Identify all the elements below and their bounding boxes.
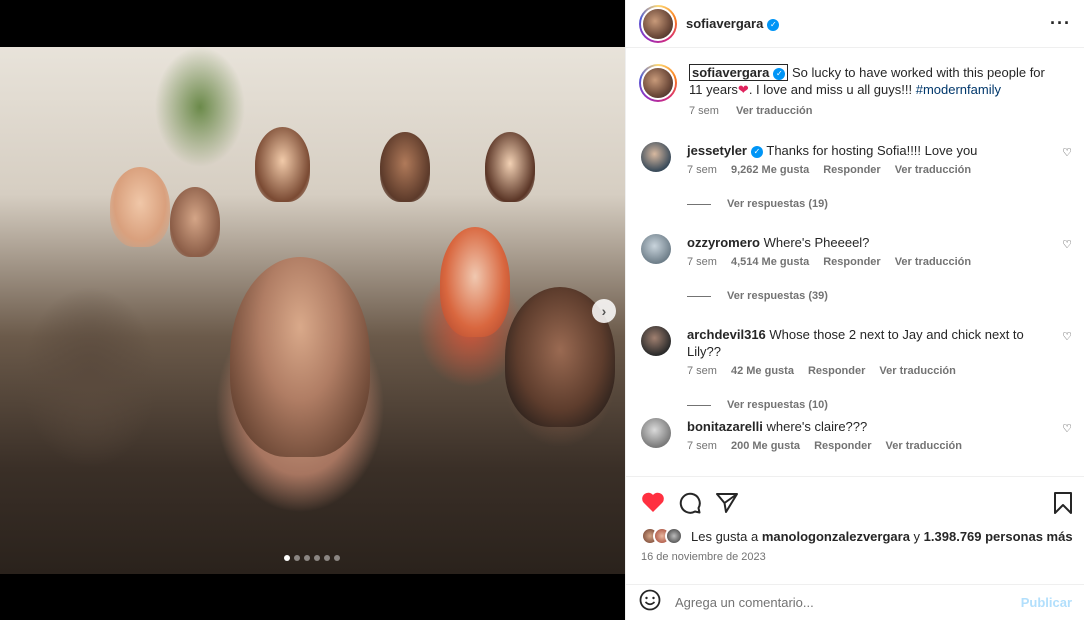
commenter-avatar[interactable] — [641, 418, 671, 448]
liker-username[interactable]: manologonzalezvergara — [762, 529, 910, 544]
comment-time[interactable]: 7 sem — [687, 256, 717, 268]
likes-summary: Les gusta a manologonzalezvergara y 1.39… — [641, 527, 1073, 545]
add-comment-bar: Publicar — [626, 584, 1084, 620]
comment-time[interactable]: 7 sem — [687, 440, 717, 452]
comment-input[interactable] — [675, 595, 1005, 610]
likes-count[interactable]: 1.398.769 personas más — [924, 529, 1073, 544]
view-replies-button[interactable]: Ver respuestas (10) — [687, 399, 1047, 411]
comment-text: where's claire??? — [766, 419, 868, 434]
comment-likes[interactable]: 9,262 Me gusta — [731, 164, 809, 176]
more-options-icon[interactable]: ··· — [1050, 13, 1071, 34]
view-replies-button[interactable]: Ver respuestas (19) — [687, 198, 1047, 210]
chevron-right-icon: › — [601, 303, 607, 319]
caption-avatar[interactable] — [639, 64, 677, 102]
verified-badge-icon: ✓ — [773, 67, 786, 80]
post-header: sofiavergara ✓ ··· — [626, 0, 1084, 48]
carousel-dot — [324, 555, 330, 561]
carousel-dot — [314, 555, 320, 561]
comment-item: archdevil316 Whose those 2 next to Jay a… — [639, 326, 1076, 411]
carousel-dot — [334, 555, 340, 561]
comment-item: jessetyler ✓ Thanks for hosting Sofia!!!!… — [639, 142, 1076, 210]
comment-like-heart-icon[interactable]: ♡ — [1062, 330, 1072, 343]
commenter-avatar[interactable] — [641, 326, 671, 356]
comment-likes[interactable]: 4,514 Me gusta — [731, 256, 809, 268]
comment-username[interactable]: ozzyromero — [687, 235, 760, 250]
comment-text: Where's Pheeeel? — [763, 235, 870, 250]
reply-button[interactable]: Responder — [823, 164, 880, 176]
caption-time[interactable]: 7 sem — [689, 105, 719, 117]
share-icon[interactable] — [715, 491, 739, 519]
comment-like-heart-icon[interactable]: ♡ — [1062, 146, 1072, 159]
comment-item: ozzyromero Where's Pheeeel? 7 sem 4,514 M… — [639, 234, 1076, 302]
caption-username[interactable]: sofiavergara ✓ — [689, 64, 789, 81]
carousel-dot — [294, 555, 300, 561]
comment-likes[interactable]: 200 Me gusta — [731, 440, 800, 452]
reply-button[interactable]: Responder — [808, 365, 865, 377]
translate-link[interactable]: Ver traducción — [886, 440, 962, 452]
comment-item: bonitazarelli where's claire??? 7 sem 200… — [639, 418, 1076, 452]
post-details-panel: sofiavergara ✓ ··· sofiavergara ✓ So lucky… — [625, 0, 1084, 620]
emoji-icon[interactable] — [639, 589, 661, 617]
bookmark-icon[interactable] — [1052, 491, 1074, 519]
liker-avatar — [665, 527, 683, 545]
caption-text: sofiavergara ✓ So lucky to have worked wi… — [689, 64, 1045, 97]
comment-likes[interactable]: 42 Me gusta — [731, 365, 794, 377]
red-heart-emoji-icon: ❤ — [737, 82, 749, 97]
carousel-next-button[interactable]: › — [592, 299, 616, 323]
view-replies-button[interactable]: Ver respuestas (39) — [687, 290, 1047, 302]
carousel-dot — [284, 555, 290, 561]
post-comment-button[interactable]: Publicar — [1021, 595, 1072, 610]
carousel-indicator — [284, 555, 340, 561]
comment-username[interactable]: bonitazarelli — [687, 419, 763, 434]
heart-filled-icon[interactable] — [641, 491, 665, 517]
comment-text: Thanks for hosting Sofia!!!! Love you — [766, 143, 978, 158]
translate-link[interactable]: Ver traducción — [895, 256, 971, 268]
comment-like-heart-icon[interactable]: ♡ — [1062, 238, 1072, 251]
post-media: › — [0, 0, 625, 620]
author-username[interactable]: sofiavergara ✓ — [686, 16, 780, 31]
verified-badge-icon: ✓ — [751, 145, 763, 158]
translate-link[interactable]: Ver traducción — [895, 164, 971, 176]
comment-like-heart-icon[interactable]: ♡ — [1062, 422, 1072, 435]
commenter-avatar[interactable] — [641, 234, 671, 264]
comment-username[interactable]: archdevil316 — [687, 327, 766, 342]
comment-username[interactable]: jessetyler — [687, 143, 747, 158]
verified-badge-icon: ✓ — [767, 18, 780, 31]
commenter-avatar[interactable] — [641, 142, 671, 172]
caption-translate-link[interactable]: Ver traducción — [736, 105, 812, 117]
hashtag-link[interactable]: #modernfamily — [916, 82, 1001, 97]
carousel-dot — [304, 555, 310, 561]
post-photo[interactable] — [0, 47, 625, 574]
post-caption: sofiavergara ✓ So lucky to have worked wi… — [639, 64, 1069, 120]
comment-time[interactable]: 7 sem — [687, 164, 717, 176]
reply-button[interactable]: Responder — [814, 440, 871, 452]
comment-time[interactable]: 7 sem — [687, 365, 717, 377]
reply-button[interactable]: Responder — [823, 256, 880, 268]
comment-icon[interactable] — [678, 491, 702, 519]
post-actions-bar — [626, 476, 1084, 526]
translate-link[interactable]: Ver traducción — [879, 365, 955, 377]
author-avatar[interactable] — [639, 4, 677, 43]
post-date[interactable]: 16 de noviembre de 2023 — [641, 551, 766, 563]
